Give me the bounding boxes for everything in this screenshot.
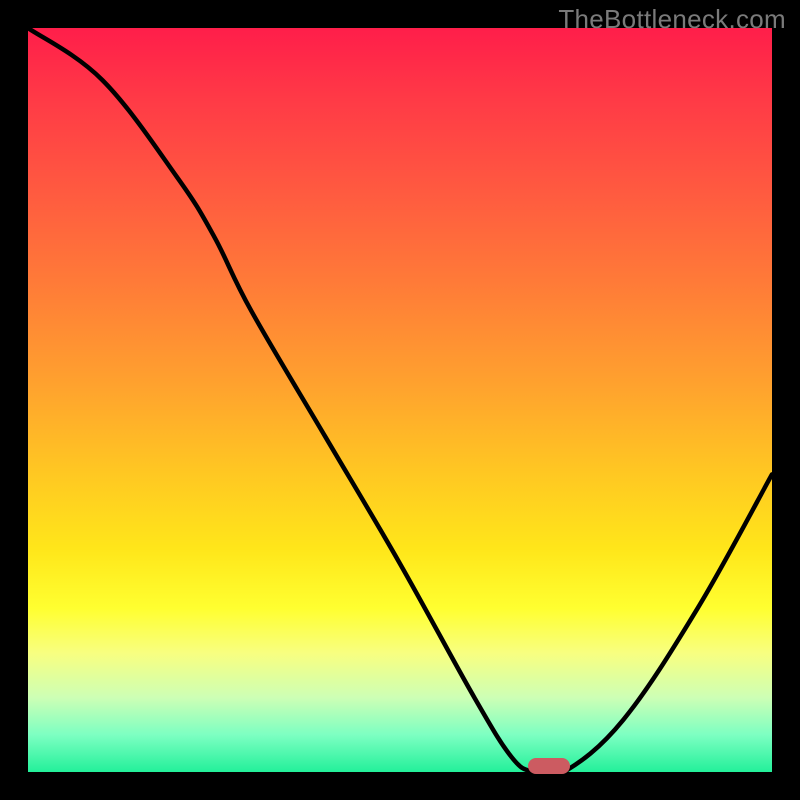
plot-area — [28, 28, 772, 772]
optimal-marker — [528, 758, 570, 774]
bottleneck-curve — [28, 28, 772, 772]
watermark-text: TheBottleneck.com — [558, 4, 786, 35]
chart-frame: TheBottleneck.com — [0, 0, 800, 800]
curve-path — [28, 28, 772, 772]
